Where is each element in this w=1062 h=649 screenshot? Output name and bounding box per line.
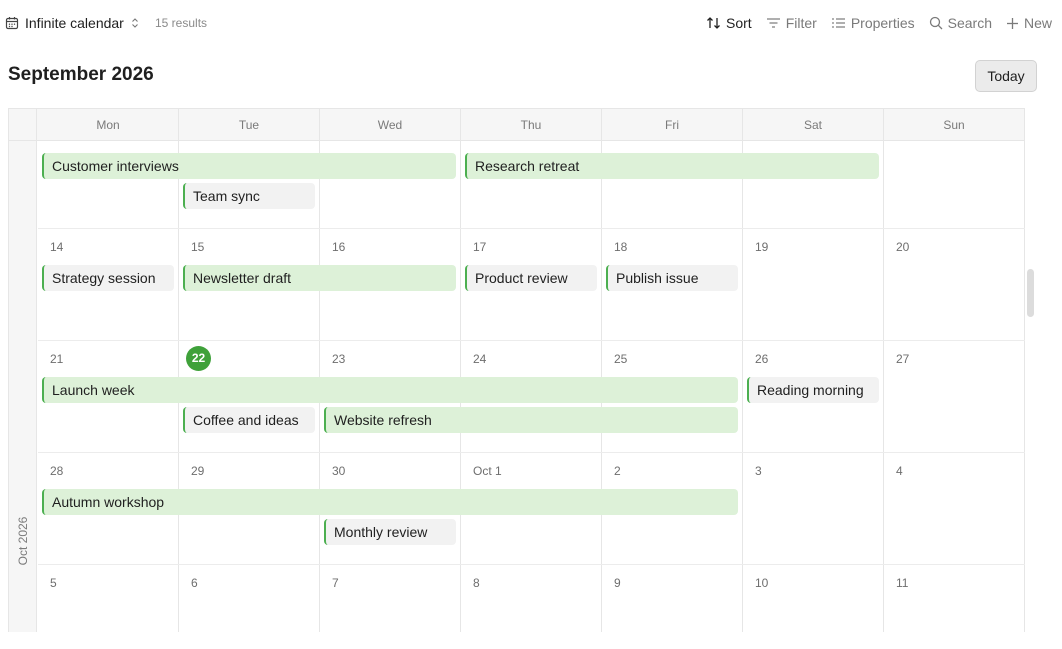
day-number: 2 [614, 464, 621, 478]
sort-button[interactable]: Sort [706, 15, 752, 31]
database-title: Infinite calendar [25, 15, 124, 31]
day-number: 3 [755, 464, 762, 478]
day-number: 11 [896, 576, 909, 590]
row-divider [38, 564, 1025, 565]
calendar-event[interactable]: Website refresh [324, 407, 738, 433]
search-label: Search [947, 15, 992, 31]
day-number: 18 [614, 240, 628, 254]
calendar-event[interactable]: Coffee and ideas [183, 407, 315, 433]
calendar-icon [5, 16, 19, 30]
day-number: Oct 1 [473, 464, 502, 478]
search-button[interactable]: Search [929, 15, 992, 31]
day-number: 14 [50, 240, 64, 254]
month-side-label: Oct 2026 [16, 516, 30, 566]
calendar-event[interactable]: Strategy session [42, 265, 174, 291]
column-divider [883, 141, 884, 632]
day-number: 16 [332, 240, 346, 254]
day-number: 21 [50, 352, 64, 366]
day-number: 27 [896, 352, 910, 366]
properties-button[interactable]: Properties [831, 15, 915, 31]
day-number: 4 [896, 464, 903, 478]
month-title: September 2026 [8, 64, 154, 85]
month-gutter: Oct 2026 [9, 141, 37, 632]
calendar-event[interactable]: Newsletter draft [183, 265, 456, 291]
day-number: 7 [332, 576, 339, 590]
day-number: 17 [473, 240, 487, 254]
weekday-thu: Thu [461, 109, 602, 141]
weekday-sat: Sat [743, 109, 884, 141]
column-divider [742, 141, 743, 632]
weekday-tue: Tue [179, 109, 320, 141]
filter-button[interactable]: Filter [766, 15, 817, 31]
calendar-event[interactable]: Publish issue [606, 265, 738, 291]
search-icon [929, 16, 943, 30]
day-number: 10 [755, 576, 769, 590]
calendar-event[interactable]: Product review [465, 265, 597, 291]
row-divider [38, 340, 1025, 341]
day-number: 5 [50, 576, 57, 590]
row-divider [38, 228, 1025, 229]
column-divider [1024, 141, 1025, 632]
day-number: 9 [614, 576, 621, 590]
weekday-fri: Fri [602, 109, 743, 141]
calendar-event[interactable]: Launch week [42, 377, 738, 403]
sort-icon [706, 16, 721, 30]
day-number: 8 [473, 576, 480, 590]
row-divider [38, 452, 1025, 453]
top-toolbar: Infinite calendar 15 results Sort Filter… [0, 0, 1062, 46]
calendar-event[interactable]: Autumn workshop [42, 489, 738, 515]
scrollbar-thumb[interactable] [1027, 269, 1034, 317]
calendar-event[interactable]: Customer interviews [42, 153, 456, 179]
new-button[interactable]: New [1006, 15, 1052, 31]
weekday-mon: Mon [38, 109, 179, 141]
new-label: New [1023, 15, 1052, 31]
calendar-event[interactable]: Research retreat [465, 153, 879, 179]
today-button[interactable]: Today [975, 60, 1037, 92]
day-number: 26 [755, 352, 769, 366]
day-number: 23 [332, 352, 346, 366]
plus-icon [1006, 17, 1019, 30]
result-count: 15 results [155, 16, 208, 30]
weekday-wed: Wed [320, 109, 461, 141]
day-number: 24 [473, 352, 487, 366]
sort-label: Sort [726, 15, 752, 31]
day-number: 19 [755, 240, 769, 254]
calendar-event[interactable]: Reading morning [747, 377, 879, 403]
day-number: 29 [191, 464, 205, 478]
weekday-sun: Sun [884, 109, 1025, 141]
day-number: 6 [191, 576, 198, 590]
properties-icon [831, 16, 846, 30]
gutter-header [9, 109, 37, 141]
weekday-header: Mon Tue Wed Thu Fri Sat Sun [9, 108, 1025, 141]
day-number: 25 [614, 352, 628, 366]
database-switcher[interactable]: Infinite calendar [5, 13, 140, 33]
day-number: 15 [191, 240, 205, 254]
day-number: 20 [896, 240, 910, 254]
calendar-event[interactable]: Monthly review [324, 519, 456, 545]
filter-label: Filter [785, 15, 817, 31]
view-actions: Sort Filter Properties Search New [706, 13, 1052, 33]
calendar-event[interactable]: Team sync [183, 183, 315, 209]
today-date-badge: 22 [186, 346, 211, 371]
day-number: 28 [50, 464, 64, 478]
properties-label: Properties [850, 15, 915, 31]
calendar-view: Mon Tue Wed Thu Fri Sat Sun Oct 2026 14 15 16 17 1… [8, 108, 1025, 632]
calendar-grid: 14 15 16 17 18 19 20 21 22 23 24 25 26 27 28 29 30 Oct 12… [38, 141, 1025, 632]
filter-icon [766, 16, 781, 30]
chevron-up-down-icon [130, 17, 140, 29]
day-number: 30 [332, 464, 346, 478]
